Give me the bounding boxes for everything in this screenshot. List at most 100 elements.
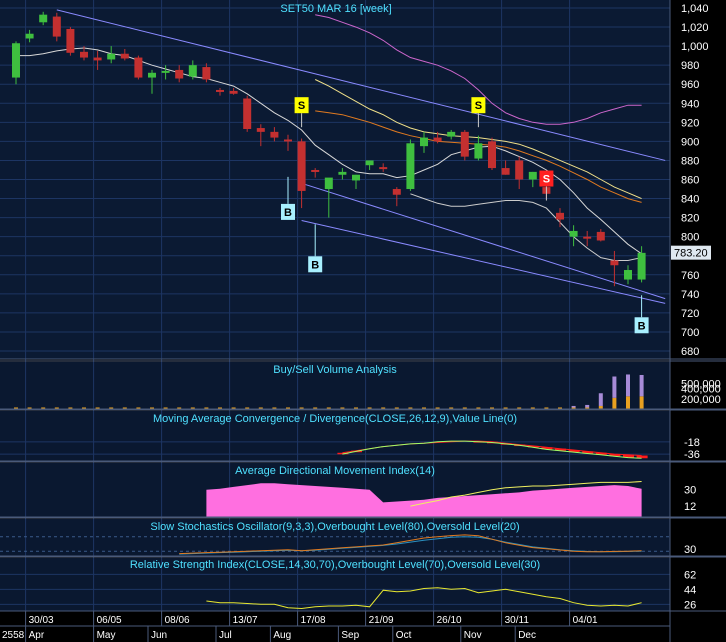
volume-sell-bar [571, 405, 576, 408]
price-tick-label: 1,000 [681, 41, 709, 53]
date-tick-label: 13/07 [233, 615, 258, 626]
month-tick-label: Jun [151, 630, 167, 641]
candle-body [501, 168, 510, 175]
month-tick-label: May [97, 630, 116, 641]
candle-body [161, 70, 170, 73]
candle-body [243, 98, 252, 130]
candle-body [256, 128, 265, 132]
candle-body [66, 28, 75, 53]
month-tick-label: Apr [29, 630, 45, 641]
date-tick-label: 04/01 [573, 615, 598, 626]
price-tick-label: 920 [681, 117, 699, 129]
candle-body [202, 67, 211, 80]
candle-body [352, 174, 360, 181]
candle-body [324, 177, 333, 190]
signal-label: B [284, 207, 292, 219]
price-chart-title: SET50 MAR 16 [week] [280, 3, 391, 15]
candle-body [338, 171, 347, 175]
candle-body [25, 33, 34, 39]
rsi-tick-label: 62 [684, 569, 696, 581]
macd-panel-title: Moving Average Convergence / Divergence(… [153, 413, 517, 425]
last-price-tag: 783.20 [671, 245, 711, 260]
stoch-tick-label: 30 [684, 544, 696, 556]
price-tick-label: 760 [681, 270, 699, 282]
month-tick-label: Nov [464, 630, 482, 641]
signal-label: S [298, 100, 305, 112]
volume-sell-bar [626, 374, 630, 397]
adx-panel-title: Average Directional Movement Index(14) [235, 465, 435, 477]
candle-body [297, 141, 306, 191]
candle-body [311, 169, 320, 172]
chart-canvas: SSSBBB 680700720740760780800820840860880… [0, 0, 726, 642]
axis-strip-bg [670, 0, 726, 642]
date-tick-label: 06/05 [97, 615, 122, 626]
candle-body [52, 16, 61, 37]
candle-body [528, 171, 537, 180]
candle-body [216, 89, 224, 92]
adx-tick-label: 30 [684, 485, 696, 497]
month-tick-label: Oct [396, 630, 412, 641]
candle-body [175, 69, 184, 79]
price-tick-label: 820 [681, 213, 699, 225]
price-tick-label: 740 [681, 289, 699, 301]
candle-body [148, 72, 156, 78]
candle-body [379, 167, 388, 170]
month-tick-label: Jul [219, 630, 232, 641]
price-tick-label: 800 [681, 232, 699, 244]
volume-sell-bar [598, 393, 603, 406]
volume-sell-bar [639, 374, 644, 397]
candle-body [80, 51, 88, 58]
candle-body [188, 65, 197, 77]
price-tick-label: 880 [681, 155, 699, 167]
candle-body [39, 14, 48, 23]
candle-body [460, 131, 469, 157]
candle-body [134, 57, 143, 78]
month-tick-label: Dec [518, 630, 536, 641]
candle-body [12, 43, 20, 78]
signal-label: S [475, 100, 482, 112]
month-tick-label: Aug [273, 630, 291, 641]
date-tick-label: 26/10 [437, 615, 462, 626]
candle-body [229, 90, 238, 94]
signal-label: S [543, 174, 550, 186]
candle-body [610, 260, 619, 266]
date-tick-label: 30/11 [505, 615, 530, 626]
candle-body [392, 189, 401, 195]
rsi-panel-title: Relative Strength Index(CLOSE,14,30,70),… [130, 559, 540, 571]
date-tick-label: 08/06 [165, 615, 190, 626]
price-tick-label: 940 [681, 98, 699, 110]
price-tick-label: 840 [681, 194, 699, 206]
month-tick-label: Sep [341, 630, 359, 641]
candle-body [637, 252, 646, 280]
candle-body [515, 160, 524, 180]
macd-tick-label: -36 [684, 449, 700, 461]
price-tick-label: 700 [681, 327, 699, 339]
last-price-label: 783.20 [674, 248, 708, 260]
macd-tick-label: -18 [684, 437, 700, 449]
price-tick-label: 680 [681, 346, 699, 358]
candle-body [365, 160, 374, 166]
candle-body [284, 139, 292, 142]
candle-body [488, 141, 496, 169]
price-tick-label: 720 [681, 308, 699, 320]
year-label: 2558 [2, 630, 25, 641]
candle-body [474, 143, 483, 159]
candle-body [107, 53, 116, 60]
candle-body [93, 57, 102, 61]
volume-buy-bar [639, 396, 644, 409]
candle-body [433, 137, 442, 142]
candle-body [556, 212, 564, 220]
date-tick-label: 21/09 [369, 615, 394, 626]
stoch-panel-title: Slow Stochastics Oscillator(9,3,3),Overb… [150, 521, 519, 533]
date-tick-label: 17/08 [301, 615, 326, 626]
volume-sell-bar [585, 404, 590, 408]
candle-body [270, 131, 279, 138]
candle-body [406, 143, 415, 190]
adx-tick-label: 12 [684, 501, 696, 513]
candle-body [583, 236, 592, 239]
signal-label: B [311, 259, 319, 271]
rsi-tick-label: 26 [684, 599, 696, 611]
price-tick-label: 900 [681, 136, 699, 148]
price-tick-label: 1,020 [681, 22, 709, 34]
candle-body [420, 137, 428, 147]
